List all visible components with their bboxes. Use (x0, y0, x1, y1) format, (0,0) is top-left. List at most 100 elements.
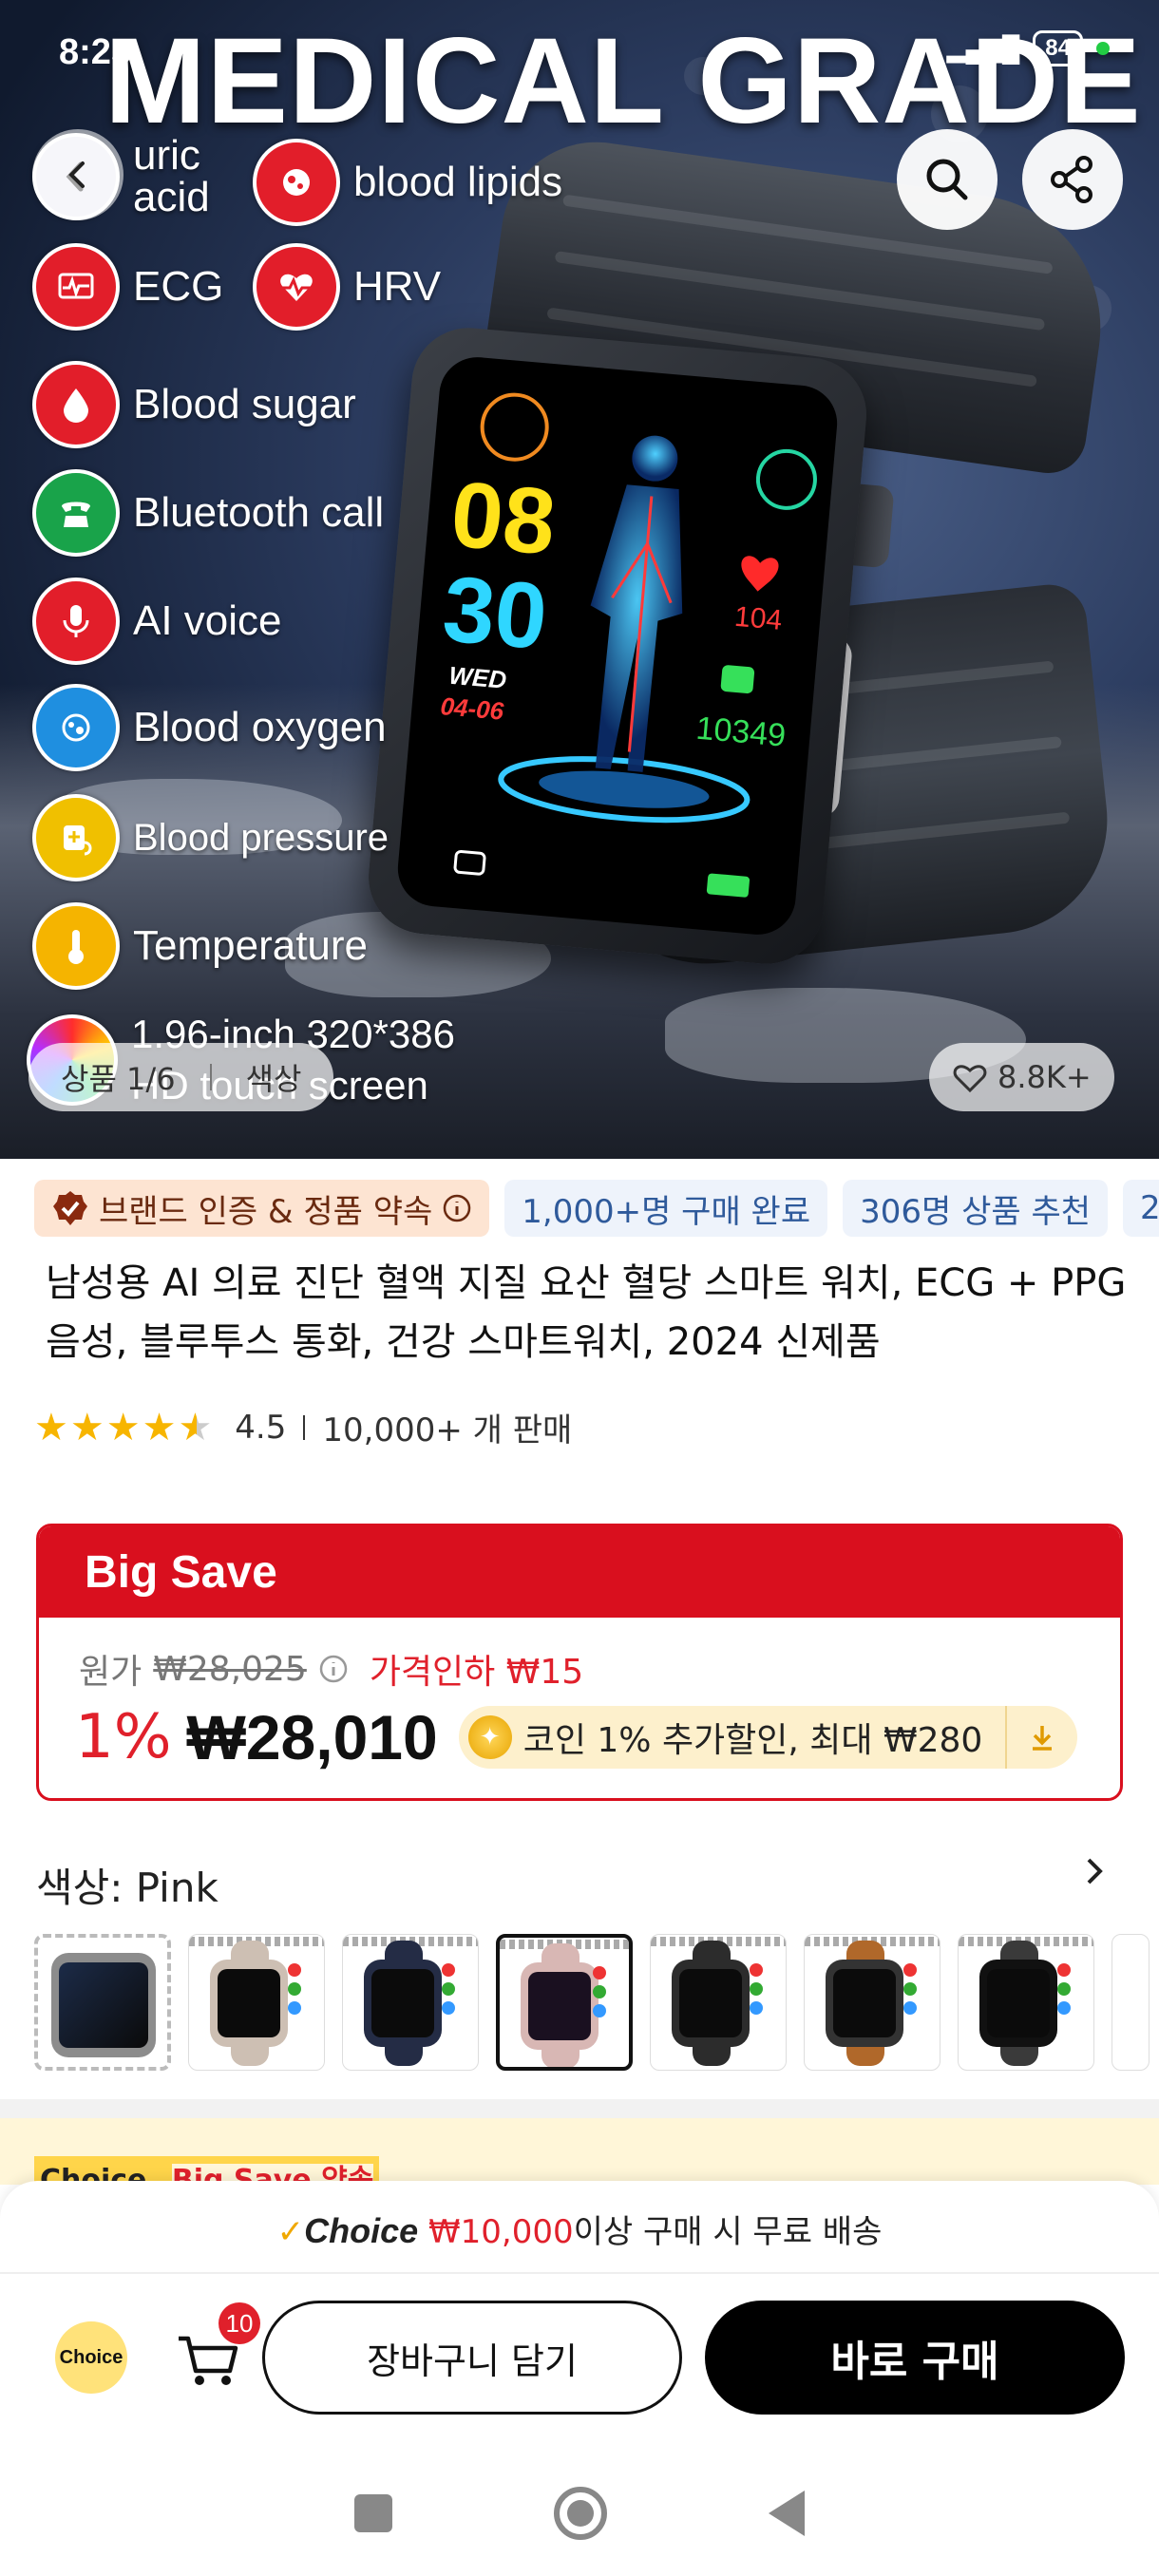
status-icons: ▂▄▆█ 84 (946, 30, 1110, 66)
color-thumbnail[interactable] (650, 1934, 787, 2071)
rating-row[interactable]: ★ ★ ★ ★ ★ 4.5 10,000+ 개 판매 (34, 1404, 572, 1450)
feature-ecg: ECG (32, 243, 223, 331)
product-title: 남성용 AI 의료 진단 혈액 지질 요산 혈당 스마트 워치, ECG + P… (46, 1261, 1127, 1364)
rating-value: 4.5 (235, 1408, 287, 1447)
star-rating: ★ ★ ★ ★ ★ (34, 1409, 212, 1447)
current-price: ₩28,010 (186, 1702, 438, 1772)
brand-badge-label: 브랜드 인증 & 정품 약속 (99, 1192, 433, 1231)
search-button[interactable] (897, 129, 998, 230)
color-thumbnail-selected[interactable] (496, 1934, 633, 2071)
original-price-row: 원가 ₩28,025 가격인하 ₩15 (79, 1644, 583, 1694)
certified-check-icon (53, 1191, 87, 1225)
shoe-icon (720, 665, 755, 694)
watch-case: 08 30 WED 04-06 104 10349 (364, 323, 871, 969)
hrv-icon (253, 243, 340, 331)
feature-label: HRV (353, 263, 442, 310)
divider (0, 2272, 1159, 2274)
heart-outline-icon (953, 1065, 987, 1093)
brand-certified-badge[interactable]: 브랜드 인증 & 정품 약속 (34, 1180, 490, 1237)
thermometer-icon (32, 902, 120, 990)
price-drop: 가격인하 ₩15 (369, 1653, 584, 1692)
back-nav-button[interactable] (769, 2491, 805, 2536)
image-counter-pill[interactable]: 상품 1/6 색상 (28, 1043, 334, 1111)
phone-icon (32, 469, 120, 557)
color-thumbnail[interactable] (804, 1934, 940, 2071)
info-icon[interactable] (318, 1654, 349, 1684)
microphone-icon (32, 578, 120, 665)
system-nav-bar (0, 2451, 1159, 2576)
price-box: Big Save 원가 ₩28,025 가격인하 ₩15 1% ₩28,010 … (36, 1524, 1123, 1801)
feature-label: Temperature (133, 922, 369, 969)
feature-label: ECG (133, 263, 224, 310)
chevron-right-icon (1087, 1858, 1103, 1885)
search-icon (926, 159, 968, 200)
recommend-badge: 306명 상품 추천 (843, 1180, 1109, 1237)
card-icon (453, 849, 486, 876)
color-thumbnail-partial[interactable] (1112, 1934, 1150, 2071)
cart-count-badge: 10 (218, 2302, 260, 2344)
add-to-cart-button[interactable]: 장바구니 담기 (262, 2301, 682, 2415)
feature-hrv: HRV (253, 243, 441, 331)
divider (303, 1414, 306, 1440)
feature-label: Blood pressure (133, 816, 390, 859)
battery-indicator: 84 (1033, 30, 1083, 66)
color-thumbnail[interactable] (958, 1934, 1094, 2071)
signal-icon: ▂▄▆█ (946, 33, 1020, 63)
download-coupon-button[interactable] (1005, 1706, 1077, 1769)
chevron-left-icon (68, 161, 85, 188)
like-button[interactable]: 8.8K+ (929, 1043, 1114, 1111)
feature-label: AI voice (133, 597, 282, 644)
original-price: ₩28,025 (153, 1649, 307, 1689)
feature-blood-lipids: blood lipids (253, 139, 562, 226)
original-price-label: 원가 (79, 1653, 142, 1692)
check-icon: ✓ (276, 2213, 305, 2251)
choice-store-button[interactable]: Choice (55, 2321, 127, 2394)
color-thumbnail[interactable] (34, 1934, 171, 2071)
badge-row[interactable]: 브랜드 인증 & 정품 약속 1,000+명 구매 완료 306명 상품 추천 … (34, 1180, 1159, 1237)
home-button[interactable] (554, 2487, 607, 2540)
feature-bluetooth-call: Bluetooth call (32, 469, 384, 557)
star-icon: ★ (142, 1405, 177, 1449)
color-thumbnail[interactable] (342, 1934, 479, 2071)
share-button[interactable] (1022, 129, 1123, 230)
free-shipping-notice: ✓Choice ₩10,000이상 구매 시 무료 배송 (0, 2206, 1159, 2252)
shipping-threshold: ₩10,000 (428, 2213, 574, 2251)
share-icon (1051, 156, 1092, 203)
back-button[interactable] (32, 129, 124, 220)
watch-face-graphic: 08 30 WED 04-06 104 10349 (439, 392, 817, 898)
feature-blood-oxygen: Blood oxygen (32, 684, 387, 771)
feature-label: Bluetooth call (133, 489, 385, 536)
feature-blood-pressure: Blood pressure (32, 794, 389, 881)
half-star-icon: ★ (178, 1405, 213, 1449)
sales-count: 10,000+ 개 판매 (322, 1411, 573, 1449)
color-tab[interactable]: 색상 (246, 1055, 302, 1099)
color-selector-expand[interactable] (1077, 1852, 1112, 1894)
shipping-brand: Choice (304, 2211, 419, 2250)
feature-ai-voice: AI voice (32, 578, 282, 665)
coin-discount-pill[interactable]: ✦ 코인 1% 추가할인, 최대 ₩280 (458, 1706, 1078, 1769)
coin-icon: ✦ (467, 1715, 512, 1759)
blood-lipids-icon (253, 139, 340, 226)
blood-pressure-icon (32, 794, 120, 881)
watch-heart-rate: 104 (733, 601, 784, 636)
watch-screen: 08 30 WED 04-06 104 10349 (394, 353, 841, 938)
section-divider (0, 2099, 1159, 2118)
star-icon: ★ (105, 1405, 141, 1449)
feature-label: Blood sugar (133, 381, 356, 427)
watch-day: WED (447, 661, 507, 694)
feature-label: Blood oxygen (133, 704, 387, 750)
product-image-carousel[interactable]: 08 30 WED 04-06 104 10349 MEDICAL GRADE … (0, 0, 1159, 1159)
blood-oxygen-icon (32, 684, 120, 771)
recent-apps-button[interactable] (354, 2494, 392, 2532)
big-save-banner: Big Save (39, 1526, 1120, 1618)
color-thumbnail[interactable] (188, 1934, 325, 2071)
feature-blood-sugar: Blood sugar (32, 361, 356, 448)
star-icon: ★ (69, 1405, 104, 1449)
image-counter: 상품 1/6 (61, 1061, 176, 1097)
discount-percent: 1% (75, 1702, 172, 1772)
color-selector-label: 색상: Pink (36, 1865, 218, 1911)
color-thumbnail-list[interactable] (34, 1934, 1150, 2071)
buy-now-button[interactable]: 바로 구매 (705, 2301, 1125, 2415)
feature-label: uric acid (133, 132, 210, 220)
heart-icon (741, 556, 779, 592)
